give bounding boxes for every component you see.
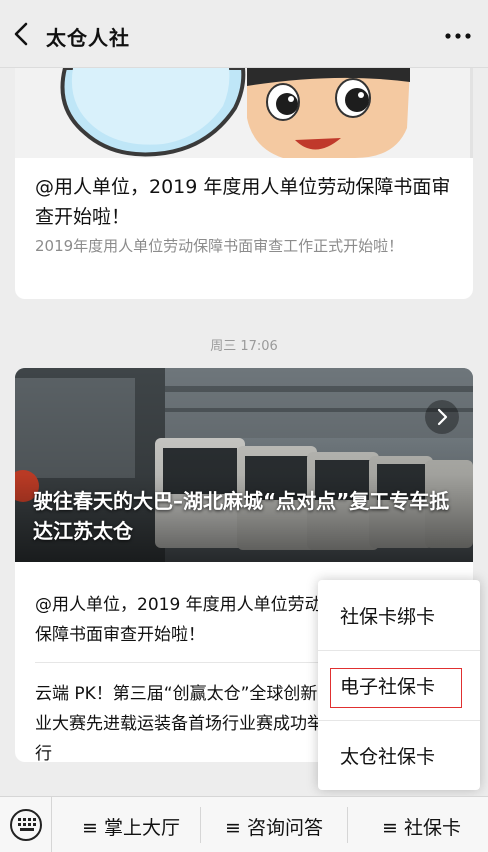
menu-consult-qa[interactable]: ≡ 咨询问答 — [201, 797, 347, 852]
menu-palm-hall[interactable]: ≡ 掌上大厅 — [52, 797, 200, 852]
nav-header: 太仓人社 — [0, 0, 488, 68]
page-title: 太仓人社 — [46, 26, 130, 50]
list-item[interactable]: @用人单位，2019 年度用人单位劳动保障书面审查开始啦！ — [35, 590, 335, 650]
chevron-left-icon[interactable] — [8, 18, 36, 50]
bus-photo[interactable]: 驶往春天的大巴–湖北麻城“点对点”复工专车抵达江苏太仓 — [15, 368, 473, 562]
bottom-menu-bar: ≡ 掌上大厅 ≡ 咨询问答 ≡ 社保卡 — [0, 796, 488, 852]
article-title: @用人单位，2019 年度用人单位劳动保障书面审查开始啦！ — [35, 176, 451, 228]
cartoon-banner-image — [15, 68, 473, 158]
submenu-popup: 社保卡绑卡 电子社保卡 太仓社保卡 — [318, 580, 480, 790]
keyboard-icon — [10, 809, 42, 841]
menu-item-bind-card[interactable]: 社保卡绑卡 — [318, 580, 480, 650]
timestamp: 周三 17:06 — [210, 339, 278, 354]
menu-social-card[interactable]: ≡ 社保卡 — [348, 797, 488, 852]
menu-item-taicang-card[interactable]: 太仓社保卡 — [318, 720, 480, 790]
next-slide-button[interactable] — [425, 400, 459, 434]
selection-highlight — [330, 668, 462, 708]
headline-caption: 驶往春天的大巴–湖北麻城“点对点”复工专车抵达江苏太仓 — [33, 489, 450, 543]
more-dots-icon[interactable] — [440, 24, 476, 48]
article-card[interactable]: @用人单位，2019 年度用人单位劳动保障书面审查开始啦！ 2019年度用人单位… — [15, 68, 473, 299]
article-summary: 2019年度用人单位劳动保障书面审查工作正式开始啦！ — [35, 237, 404, 255]
chevron-right-icon — [437, 408, 448, 426]
keyboard-toggle-button[interactable] — [0, 797, 52, 852]
list-item[interactable]: 云端 PK！第三届“创赢太仓”全球创新创业大赛先进载运装备首场行业赛成功举行 — [35, 679, 335, 762]
